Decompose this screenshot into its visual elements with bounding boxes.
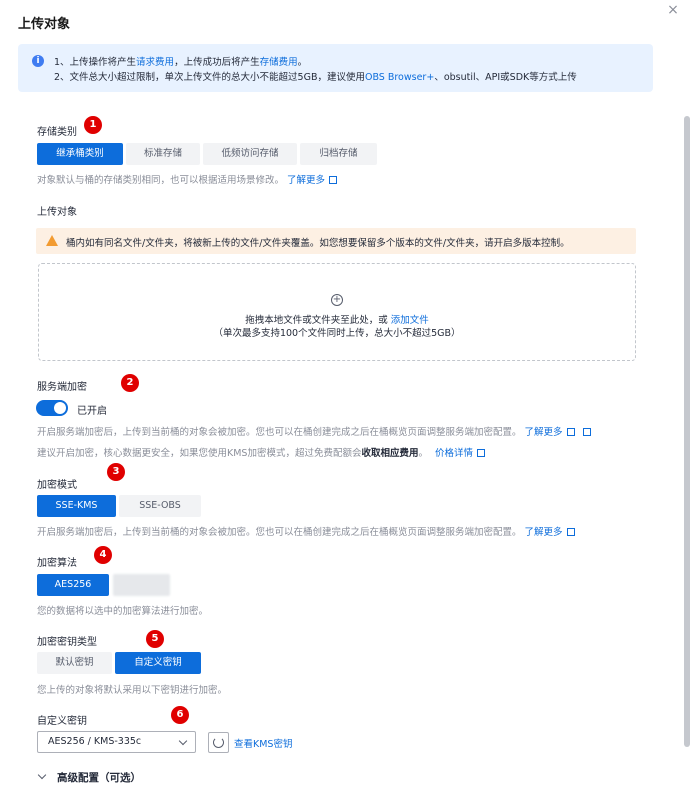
advanced-config-toggle[interactable]: 高级配置（可选） [57,770,141,785]
dropzone-limit: （单次最多支持100个文件同时上传，总大小不超过5GB） [213,328,461,339]
encryption-label: 服务端加密 [37,382,87,393]
key-type-hint: 您上传的对象将默认采用以下密钥进行加密。 [37,685,228,696]
external-link-icon [566,428,575,436]
hint-text: 。 [418,448,428,459]
warning-text: 桶内如有同名文件/文件夹，将被新上传的文件/文件夹覆盖。如您想要保留多个版本的文… [66,238,570,249]
fee-warning-text: 收取相应费用 [361,448,419,459]
learn-more-link[interactable]: 了解更多 [287,175,325,186]
chevron-down-icon [178,736,188,746]
key-type-custom[interactable]: 自定义密钥 [115,652,201,674]
algorithm-aes256[interactable]: AES256 [37,574,109,596]
info-line-2: 2、文件总大小超过限制，单次上传文件的总大小不能超过5GB，建议使用OBS Br… [54,69,577,83]
chevron-down-icon[interactable] [37,770,47,780]
encryption-toggle[interactable] [36,400,68,416]
obs-browser-link[interactable]: OBS Browser+ [365,72,434,83]
encryption-mode-label: 加密模式 [37,480,77,491]
info-text: 2、文件总大小超过限制，单次上传文件的总大小不能超过5GB，建议使用 [54,72,365,83]
external-link-icon [477,449,486,457]
algorithm-hint: 您的数据将以选中的加密算法进行加密。 [37,606,209,617]
upload-label: 上传对象 [37,207,77,218]
info-text: 。 [297,57,308,68]
custom-key-label: 自定义密钥 [37,716,87,727]
toggle-knob [54,402,66,414]
view-kms-key-link[interactable]: 查看KMS密钥 [234,736,292,750]
encryption-hint-1: 开启服务端加密后，上传到当前桶的对象会被加密。您也可以在桶创建完成之后在桶概览页… [37,424,591,438]
storage-class-label: 存储类别 [37,127,77,138]
add-circle-icon: + [331,294,343,306]
storage-fee-link[interactable]: 存储费用 [260,57,298,68]
info-text: ，上传成功后将产生 [174,57,260,68]
encryption-mode-sse-kms[interactable]: SSE-KMS [37,495,116,517]
step-marker-2: 2 [121,374,139,392]
step-marker-6: 6 [171,706,189,724]
hint-text: 开启服务端加密后，上传到当前桶的对象会被加密。您也可以在桶创建完成之后在桶概览页… [37,427,522,438]
overwrite-warning: 桶内如有同名文件/文件夹，将被新上传的文件/文件夹覆盖。如您想要保留多个版本的文… [36,228,636,254]
info-text: 1、上传操作将产生 [54,57,137,68]
scrollbar-thumb[interactable] [684,116,690,747]
upload-dropzone[interactable]: + 拖拽本地文件或文件夹至此处，或 添加文件 （单次最多支持100个文件同时上传… [38,263,636,361]
algorithm-option-redacted[interactable] [113,574,170,596]
learn-more-link[interactable]: 了解更多 [525,527,563,538]
key-type-default[interactable]: 默认密钥 [37,652,112,674]
external-link-icon [329,176,338,184]
algorithm-label: 加密算法 [37,558,77,569]
info-banner: i 1、上传操作将产生请求费用，上传成功后将产生存储费用。 2、文件总大小超过限… [18,44,653,92]
step-marker-4: 4 [94,546,112,564]
hint-text: 对象默认与桶的存储类别相同，也可以根据适用场景修改。 [37,175,285,186]
step-marker-5: 5 [146,630,164,648]
warning-icon [46,235,58,246]
price-details-link[interactable]: 价格详情 [435,448,473,459]
storage-class-hint: 对象默认与桶的存储类别相同，也可以根据适用场景修改。 了解更多 [37,172,338,186]
refresh-icon [213,737,224,748]
external-link-icon [566,528,575,536]
info-line-1: 1、上传操作将产生请求费用，上传成功后将产生存储费用。 [54,54,307,68]
hint-text: 建议开启加密，核心数据更安全，如果您使用KMS加密模式，超过免费配额会 [37,448,362,459]
info-text: 、obsutil、API或SDK等方式上传 [434,72,577,83]
custom-key-select[interactable]: AES256 / KMS-335c [37,731,196,753]
custom-key-value: AES256 / KMS-335c [48,736,142,747]
learn-more-link[interactable]: 了解更多 [525,427,563,438]
encryption-hint-2: 建议开启加密，核心数据更安全，如果您使用KMS加密模式，超过免费配额会收取相应费… [37,445,486,459]
dialog-title: 上传对象 [18,17,71,32]
key-type-label: 加密密钥类型 [37,637,97,648]
encryption-mode-sse-obs[interactable]: SSE-OBS [119,495,201,517]
refresh-button[interactable] [208,732,229,753]
external-link-icon [582,428,591,436]
toggle-state-text: 已开启 [77,406,107,417]
dropzone-text: 拖拽本地文件或文件夹至此处，或 添加文件 [39,312,635,326]
storage-option-standard[interactable]: 标准存储 [126,143,200,165]
hint-text: 开启服务端加密后，上传到当前桶的对象会被加密。您也可以在桶创建完成之后在桶概览页… [37,527,522,538]
step-marker-3: 3 [107,463,125,481]
storage-option-archive[interactable]: 归档存储 [300,143,377,165]
storage-option-inherit[interactable]: 继承桶类别 [37,143,123,165]
storage-option-infrequent[interactable]: 低频访问存储 [203,143,297,165]
close-icon[interactable]: × [665,2,681,18]
step-marker-1: 1 [84,116,102,134]
encryption-mode-hint: 开启服务端加密后，上传到当前桶的对象会被加密。您也可以在桶创建完成之后在桶概览页… [37,524,575,538]
info-icon: i [32,55,44,67]
request-fee-link[interactable]: 请求费用 [136,57,174,68]
